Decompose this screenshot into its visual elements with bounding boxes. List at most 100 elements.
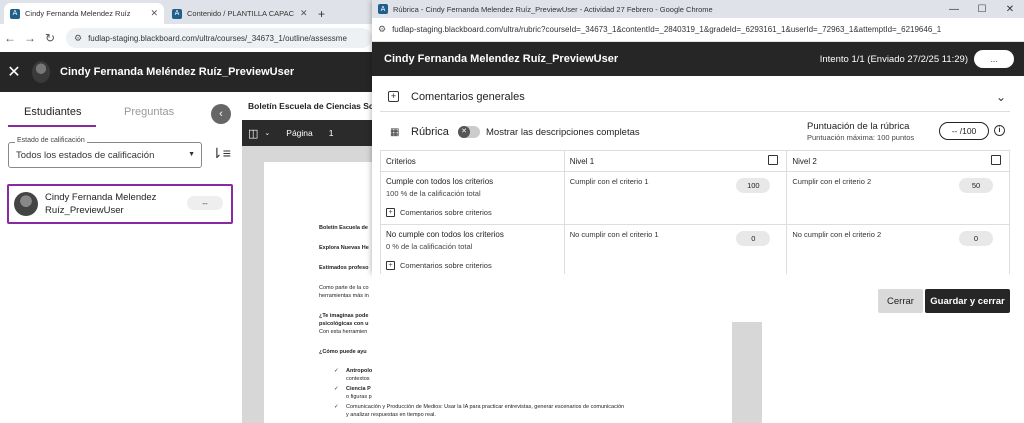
forward-arrow-icon[interactable]: →	[20, 31, 40, 45]
window-title: Rúbrica - Cindy Fernanda Melendez Ruíz_P…	[393, 4, 713, 14]
select-level-1-checkbox[interactable]	[768, 155, 779, 165]
close-window-icon[interactable]: ✕	[996, 4, 1024, 15]
tab-title: Cindy Fernanda Melendez Ruíz	[25, 9, 131, 18]
doc-text: ¿Cómo puede ayu	[319, 349, 367, 355]
browser-tab-grader[interactable]: A Cindy Fernanda Melendez Ruíz ✕	[4, 3, 164, 24]
add-comment-icon: +	[388, 91, 399, 102]
grade-pill[interactable]: --	[187, 196, 223, 210]
criterion-comments-button[interactable]: + Comentarios sobre criterios	[386, 261, 559, 270]
attempt-info: Intento 1/1 (Enviado 27/2/25 11:29)	[819, 53, 968, 65]
doc-text: Explora Nuevas He	[319, 245, 369, 251]
caret-down-icon: ▼	[188, 151, 195, 158]
save-and-close-button[interactable]: Guardar y cerrar	[925, 289, 1010, 313]
site-settings-icon[interactable]: ⚙	[74, 33, 82, 44]
url-field[interactable]: ⚙ fudlap-staging.blackboard.com/ultra/co…	[66, 28, 372, 48]
tab-students[interactable]: Estudiantes	[24, 106, 81, 118]
add-comment-icon: +	[386, 261, 395, 270]
sort-icon[interactable]: ⇂≡	[211, 145, 231, 162]
doc-text: y analizar respuestas en tiempo real.	[346, 412, 436, 418]
criterion-weight: 0 % de la calificación total	[386, 242, 473, 251]
rubric-popup-footer: Cerrar Guardar y cerrar	[372, 274, 1024, 322]
tab-title: Contenido / PLANTILLA CAPAC	[187, 9, 294, 18]
tab-questions[interactable]: Preguntas	[124, 106, 174, 118]
bullet-check-icon: ✓	[334, 368, 339, 374]
toggle-label: Mostrar las descripciones completas	[486, 127, 640, 138]
add-comment-icon: +	[386, 208, 395, 217]
points-pill[interactable]: 100	[736, 178, 771, 193]
avatar	[32, 61, 50, 83]
student-name-line-1: Cindy Fernanda Melendez	[45, 192, 157, 203]
blackboard-favicon-icon: A	[378, 4, 388, 14]
rubric-popup-window: A Rúbrica - Cindy Fernanda Melendez Ruíz…	[372, 0, 1024, 278]
criterion-comments-button[interactable]: + Comentarios sobre criterios	[386, 208, 559, 217]
doc-text: psicológicas con u	[319, 321, 369, 327]
minimize-icon[interactable]: —	[940, 4, 968, 15]
back-arrow-icon[interactable]: ←	[0, 31, 20, 45]
select-label: Estado de calificación	[15, 137, 87, 144]
more-options-button[interactable]: ...	[974, 50, 1014, 68]
close-button[interactable]: Cerrar	[878, 289, 923, 313]
column-header-level-2: Nivel 2	[786, 150, 1010, 172]
sidebar-toggle-icon[interactable]: ◫	[248, 127, 258, 140]
site-settings-icon[interactable]: ⚙	[378, 24, 386, 35]
level-cell[interactable]: Cumplir con el criterio 2 50	[786, 171, 1010, 225]
active-tab-indicator	[8, 125, 96, 127]
general-comments-label: Comentarios generales	[411, 90, 525, 103]
rubric-table: Criterios Nivel 1 Nivel 2 Cumple con tod…	[380, 150, 1010, 278]
criterion-weight: 100 % de la calificación total	[386, 189, 481, 198]
grader-sidebar: Estudiantes Preguntas ‹ Estado de califi…	[0, 92, 242, 423]
criterion-title: No cumple con todos los criterios	[386, 230, 504, 239]
browser-address-bar: ← → ↻ ⚙ fudlap-staging.blackboard.com/ul…	[0, 24, 372, 52]
student-name-line-2: Ruíz_PreviewUser	[45, 205, 124, 216]
points-pill[interactable]: 0	[959, 231, 993, 246]
info-icon[interactable]: i	[994, 125, 1005, 136]
maximize-icon[interactable]: ☐	[968, 4, 996, 15]
level-cell[interactable]: No cumplir con el criterio 1 0	[563, 224, 788, 278]
doc-text: Estimados profeso	[319, 265, 369, 271]
doc-text: contextos	[346, 376, 370, 382]
avatar	[14, 192, 38, 216]
document-toolbar: ◫ ⌄ Página 1	[242, 120, 372, 146]
rubric-score-input[interactable]: -- /100	[939, 122, 989, 140]
document-title: Boletín Escuela de Ciencias Soc	[242, 92, 372, 120]
chevron-down-icon[interactable]: ⌄	[996, 90, 1006, 104]
doc-text: Ciencia P	[346, 386, 371, 392]
close-icon: ✕	[458, 126, 470, 138]
page-number-input[interactable]: 1	[328, 128, 334, 138]
rubric-toolbar: ▦ Rúbrica ✕ Mostrar las descripciones co…	[380, 118, 1010, 146]
blackboard-favicon-icon: A	[10, 8, 20, 19]
rubric-title: Rúbrica	[411, 126, 449, 138]
doc-text: ¿Te imaginas pode	[319, 313, 369, 319]
points-pill[interactable]: 50	[959, 178, 993, 193]
rubric-row: Cumple con todos los criterios 100 % de …	[380, 171, 1010, 225]
level-1-label: Nivel 1	[569, 157, 595, 166]
doc-text: Comunicación y Producción de Medios: Usa…	[346, 404, 625, 410]
points-pill[interactable]: 0	[736, 231, 771, 246]
rubric-score-label: Puntuación de la rúbrica	[807, 121, 910, 132]
bullet-check-icon: ✓	[334, 404, 339, 410]
reload-icon[interactable]: ↻	[40, 31, 60, 45]
new-tab-button[interactable]: +	[312, 3, 330, 24]
rubric-row: No cumple con todos los criterios 0 % de…	[380, 224, 1010, 278]
student-list-item[interactable]: Cindy Fernanda Melendez Ruíz_PreviewUser…	[7, 184, 233, 224]
select-level-2-checkbox[interactable]	[991, 155, 1001, 165]
student-name: Cindy Fernanda Meléndez Ruíz_PreviewUser	[60, 66, 295, 78]
general-comments-section[interactable]: + Comentarios generales ⌄	[380, 82, 1010, 112]
popup-address-bar[interactable]: ⚙ fudlap-staging.blackboard.com/ultra/ru…	[372, 18, 1024, 42]
full-descriptions-toggle[interactable]: ✕	[458, 126, 480, 138]
collapse-panel-button[interactable]: ‹	[211, 104, 231, 124]
rubric-header-row: Criterios Nivel 1 Nivel 2	[380, 150, 1010, 172]
level-2-label: Nivel 2	[792, 157, 817, 166]
chevron-down-icon[interactable]: ⌄	[264, 129, 270, 137]
criterion-comments-label: Comentarios sobre criterios	[400, 208, 492, 217]
close-icon[interactable]: ✕	[2, 62, 26, 82]
url-text: fudlap-staging.blackboard.com/ultra/cour…	[88, 33, 347, 43]
doc-text: Boletín Escuela de	[319, 225, 368, 231]
close-tab-icon[interactable]: ✕	[294, 8, 308, 19]
browser-tab-content[interactable]: A Contenido / PLANTILLA CAPAC ✕	[166, 3, 310, 24]
grading-status-select[interactable]: Estado de calificación Todos los estados…	[8, 137, 202, 168]
bullet-check-icon: ✓	[334, 386, 339, 392]
level-cell[interactable]: Cumplir con el criterio 1 100	[563, 171, 788, 225]
level-cell[interactable]: No cumplir con el criterio 2 0	[786, 224, 1010, 278]
close-tab-icon[interactable]: ✕	[144, 8, 158, 19]
